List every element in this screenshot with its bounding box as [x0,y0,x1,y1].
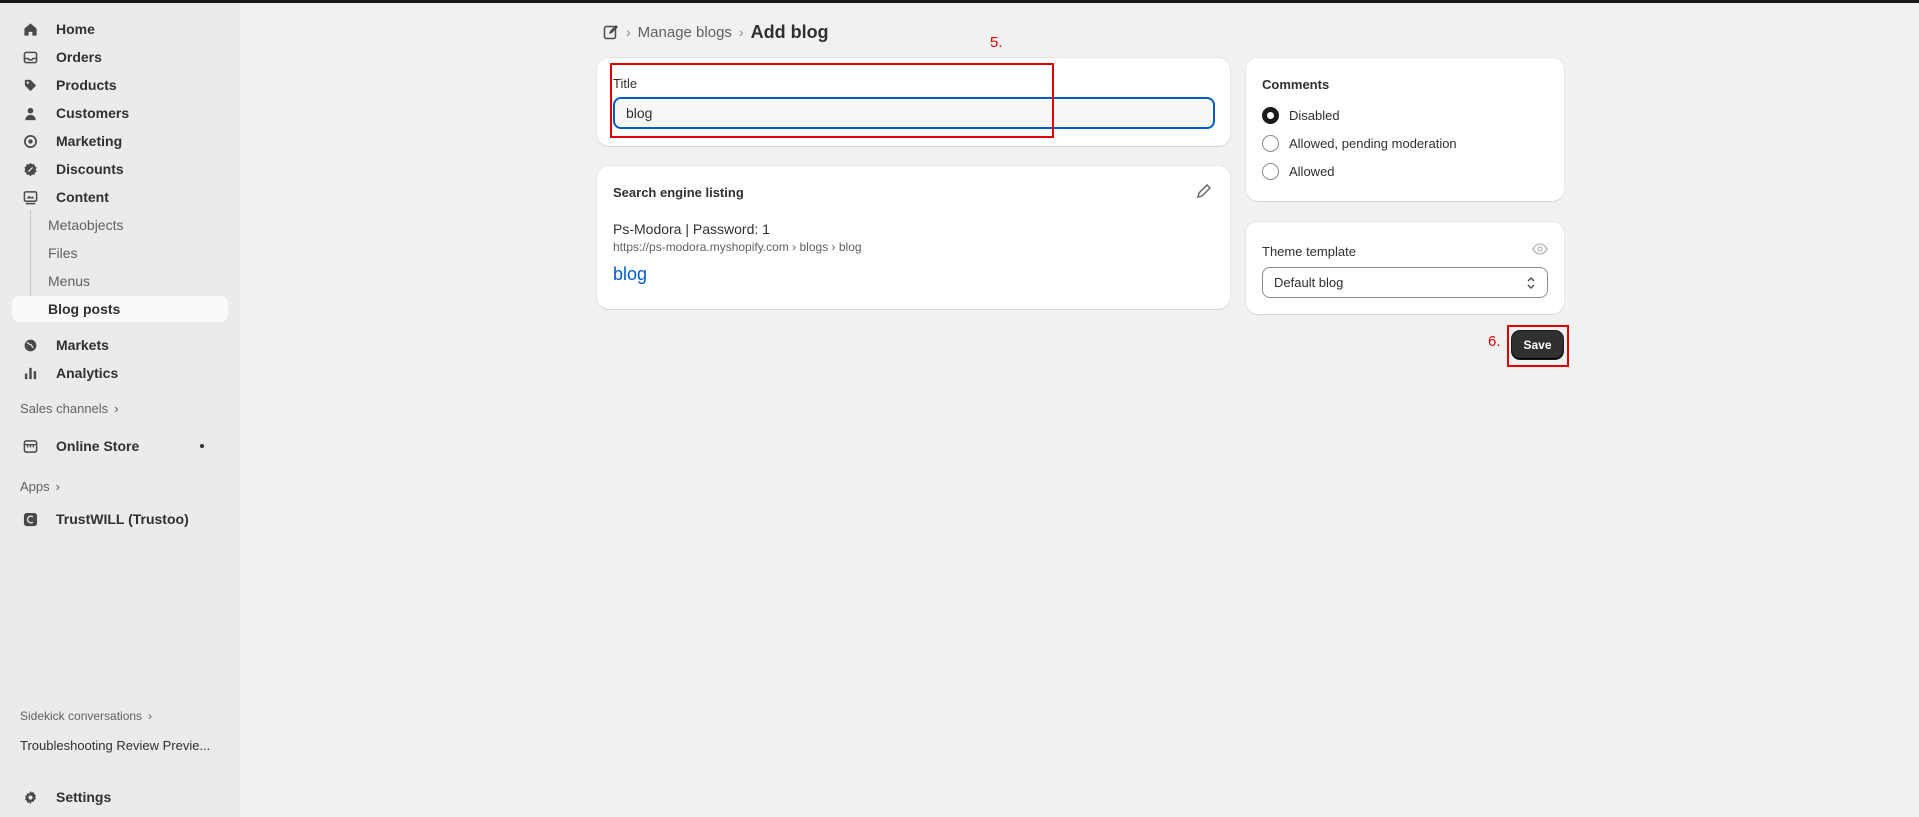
chevron-right-icon: › [148,709,153,723]
sidebar-item-label: Customers [56,105,130,121]
discount-icon [20,159,40,179]
radio-label: Disabled [1289,108,1340,123]
theme-template-heading: Theme template [1262,244,1356,259]
sidebar-item-customers[interactable]: Customers [12,100,228,126]
gear-icon [20,787,40,807]
status-dot [200,444,204,448]
section-label: Apps [20,479,50,494]
sidebar-item-files[interactable]: Files [12,240,228,266]
sidebar-item-label: Home [56,21,95,37]
sidebar-item-label: Blog posts [48,301,121,317]
pencil-icon[interactable] [1196,183,1212,199]
radio-unselected[interactable] [1262,163,1279,180]
page-title: Add blog [750,21,829,42]
section-label: Sales channels [20,401,109,416]
sidebar-item-label: Menus [48,273,91,289]
select-chevrons-icon [1525,275,1537,291]
sidebar-item-label: Marketing [56,133,123,149]
app-icon [20,509,40,529]
top-frame-bar [0,0,1919,3]
breadcrumb-link[interactable]: Manage blogs [638,24,732,41]
seo-url: https://ps-modora.myshopify.com › blogs … [613,240,862,254]
chevron-right-icon: › [55,479,60,494]
seo-heading: Search engine listing [613,185,744,200]
section-label: Sidekick conversations [20,709,143,723]
sidebar-item-products[interactable]: Products [12,72,228,98]
sidebar-item-label: Analytics [56,365,119,381]
annotation-label-step6: 6. [1488,333,1501,350]
sidebar: Home Orders Products Customers Marketing… [0,3,240,817]
sidebar-item-label: Online Store [56,438,140,454]
apps-heading[interactable]: Apps › [20,479,60,494]
tag-icon [20,75,40,95]
storefront-icon [20,436,40,456]
sidebar-item-label: Products [56,77,117,93]
sidebar-item-label: Settings [56,789,112,805]
sidebar-item-metaobjects[interactable]: Metaobjects [12,212,228,238]
sidekick-heading[interactable]: Sidekick conversations › [20,709,152,723]
breadcrumb-separator: › [738,24,744,40]
seo-site-title: Ps-Modora | Password: 1 [613,221,770,237]
sidebar-item-label: Content [56,189,109,205]
sidebar-item-analytics[interactable]: Analytics [12,360,228,386]
home-icon [20,19,40,39]
radio-unselected[interactable] [1262,135,1279,152]
theme-template-select[interactable]: Default blog [1262,267,1548,298]
sidekick-conversation-item[interactable]: Troubleshooting Review Previe... [20,738,210,753]
radio-label: Allowed, pending moderation [1289,136,1457,151]
comments-option-disabled[interactable]: Disabled [1262,107,1340,124]
sidebar-item-markets[interactable]: Markets [12,332,228,358]
content-edit-icon[interactable] [603,24,619,40]
annotation-label-step5: 5. [990,34,1003,51]
breadcrumb-separator: › [626,24,631,40]
sidebar-item-label: TrustWILL (Trustoo) [56,511,189,527]
content-icon [20,187,40,207]
sales-channels-heading[interactable]: Sales channels › [20,401,119,416]
bar-chart-icon [20,363,40,383]
inbox-icon [20,47,40,67]
comments-heading: Comments [1262,77,1330,92]
sidebar-item-label: Orders [56,49,102,65]
sidebar-item-online-store[interactable]: Online Store [12,433,228,459]
sidebar-item-home[interactable]: Home [12,16,228,42]
sidebar-item-label: Markets [56,337,109,353]
breadcrumb: › Manage blogs › Add blog [603,20,829,44]
comments-option-pending[interactable]: Allowed, pending moderation [1262,135,1457,152]
person-icon [20,103,40,123]
comments-card: Comments Disabled Allowed, pending moder… [1246,58,1564,201]
sidebar-item-content[interactable]: Content [12,184,228,210]
sidebar-item-trustwill[interactable]: TrustWILL (Trustoo) [12,506,228,532]
sidebar-item-label: Discounts [56,161,124,177]
globe-icon [20,335,40,355]
annotation-box-step5 [610,63,1054,138]
sidebar-item-blog-posts[interactable]: Blog posts [12,296,228,322]
annotation-box-step6 [1507,325,1569,367]
sidebar-item-label: Metaobjects [48,217,124,233]
sidebar-item-discounts[interactable]: Discounts [12,156,228,182]
theme-template-card: Theme template Default blog [1246,222,1564,314]
radio-selected[interactable] [1262,107,1279,124]
sidebar-item-menus[interactable]: Menus [12,268,228,294]
chevron-right-icon: › [114,401,119,416]
radio-label: Allowed [1289,164,1335,179]
search-engine-listing-card: Search engine listing Ps-Modora | Passwo… [597,166,1230,309]
sidebar-item-settings[interactable]: Settings [12,784,228,810]
eye-icon[interactable] [1532,241,1548,257]
select-value: Default blog [1274,275,1344,290]
target-icon [20,131,40,151]
sidebar-item-orders[interactable]: Orders [12,44,228,70]
seo-page-title: blog [613,264,648,284]
sidebar-item-label: Files [48,245,78,261]
comments-option-allowed[interactable]: Allowed [1262,163,1335,180]
sidebar-item-marketing[interactable]: Marketing [12,128,228,154]
